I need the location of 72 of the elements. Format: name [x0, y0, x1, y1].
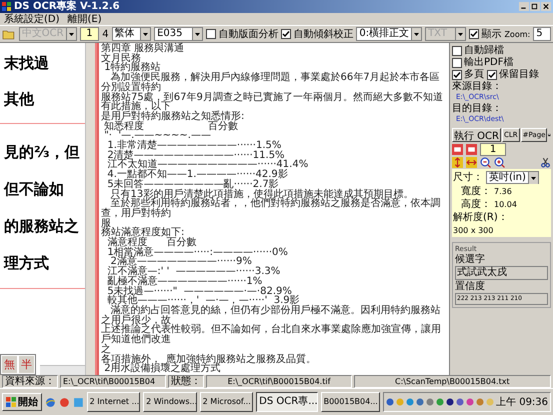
height-value: 10.04 [494, 200, 517, 209]
resolution-label: 解析度(R)： [453, 212, 508, 223]
checkbox[interactable]: 顯示 [469, 27, 502, 41]
scrollbar[interactable] [40, 365, 85, 375]
checkbox[interactable]: 輸出PDF檔 [452, 57, 551, 68]
ime-mode[interactable]: 半 [18, 355, 35, 374]
status-panel: E:\_OCR\tif\B00015B04.tif [206, 375, 352, 388]
page-icon[interactable] [452, 144, 463, 155]
status-panel: 狀態： [168, 375, 204, 388]
candidates-label: 候選字 [455, 254, 486, 265]
checkbox[interactable]: 保留目錄 [487, 69, 539, 80]
fit-width-icon[interactable] [466, 157, 477, 168]
scanned-text: 末找過 [4, 53, 50, 74]
checkmark-icon [470, 30, 478, 38]
status-panel: E:\_OCR\tif\B00015B04 [60, 375, 166, 388]
status-panel: 資料來源： [2, 375, 58, 388]
close-icon[interactable] [541, 2, 551, 11]
checkmark-icon [488, 70, 496, 78]
dest-label: 目的目錄： [452, 103, 503, 114]
height-label: 高度： [461, 199, 491, 210]
windows-icon [6, 397, 16, 407]
taskbar-button[interactable]: 2 Internet ... [86, 392, 140, 412]
checkbox[interactable]: 多頁 [452, 69, 484, 80]
checkbox[interactable]: 自動版面分析 [206, 27, 278, 41]
checkbox[interactable]: 自動歸檔 [452, 45, 551, 56]
zoom-label: Zoom: [504, 30, 530, 38]
scrollbar[interactable] [85, 43, 95, 375]
resolution-value: 300 x 300 [453, 226, 494, 235]
code-dropdown[interactable]: E035 [154, 27, 204, 41]
scanned-text: 理方式 [4, 253, 50, 274]
confidence-label: 置信度 [455, 281, 486, 292]
size-label: 尺寸： [453, 172, 483, 183]
page-spinner[interactable]: 1 [80, 27, 100, 41]
script-dropdown[interactable]: 繁体 [112, 27, 152, 41]
menu-item[interactable]: 離開(E) [68, 14, 102, 24]
checkbox[interactable]: 自動傾斜校正 [281, 27, 354, 41]
page-field[interactable]: 1 [480, 143, 506, 156]
width-value: 7.36 [494, 187, 512, 196]
app-icon [2, 2, 11, 11]
width-label: 寬度： [461, 186, 491, 197]
scanned-text: 的服務站之 [4, 216, 80, 237]
clock: 上午 09:36 [496, 396, 548, 409]
taskbar-button[interactable]: DS OCR專... [256, 392, 318, 412]
ime-mode[interactable]: 無 [1, 355, 18, 374]
scissors-icon[interactable] [540, 157, 551, 168]
browser-icon[interactable] [45, 396, 56, 408]
taskbar-button[interactable]: 2 Microsof... [200, 392, 254, 412]
start-button[interactable]: 開始 [2, 393, 42, 411]
folder-icon[interactable] [2, 28, 16, 40]
layout-dropdown[interactable]: 0:橫排正文 [356, 27, 422, 41]
minimize-icon[interactable] [519, 2, 529, 11]
window-title: DS OCR專案 V-1.2.6 [14, 0, 121, 13]
scanned-text: 其他 [4, 89, 35, 110]
page-count: 4 [102, 28, 109, 40]
status-panel: C:\ScanTemp\B00015B04.txt [354, 375, 551, 388]
candidates-field: 式試武太戌 [455, 266, 548, 280]
toolbar-button[interactable]: 執行 OCR [452, 128, 501, 142]
checkmark-icon [453, 70, 461, 78]
scanned-text: 見的⅔，但 [4, 142, 81, 163]
checkmark-icon [282, 30, 290, 38]
taskbar-button[interactable]: B00015B04... [320, 392, 380, 412]
app-icon[interactable] [58, 396, 70, 408]
scanned-text: 但不論如 [4, 179, 65, 200]
source-label: 來源目錄： [452, 81, 503, 92]
zoom-out-icon[interactable] [480, 157, 491, 168]
menu-item[interactable]: 系統設定(D) [4, 14, 60, 24]
page-icon[interactable] [466, 144, 477, 155]
zoom-in-icon[interactable] [494, 157, 505, 168]
fit-height-icon[interactable] [452, 157, 463, 168]
restore-icon[interactable] [530, 2, 540, 11]
unit-dropdown[interactable]: 英吋(in) [486, 171, 539, 184]
zoom-field[interactable]: 5 [533, 27, 551, 41]
